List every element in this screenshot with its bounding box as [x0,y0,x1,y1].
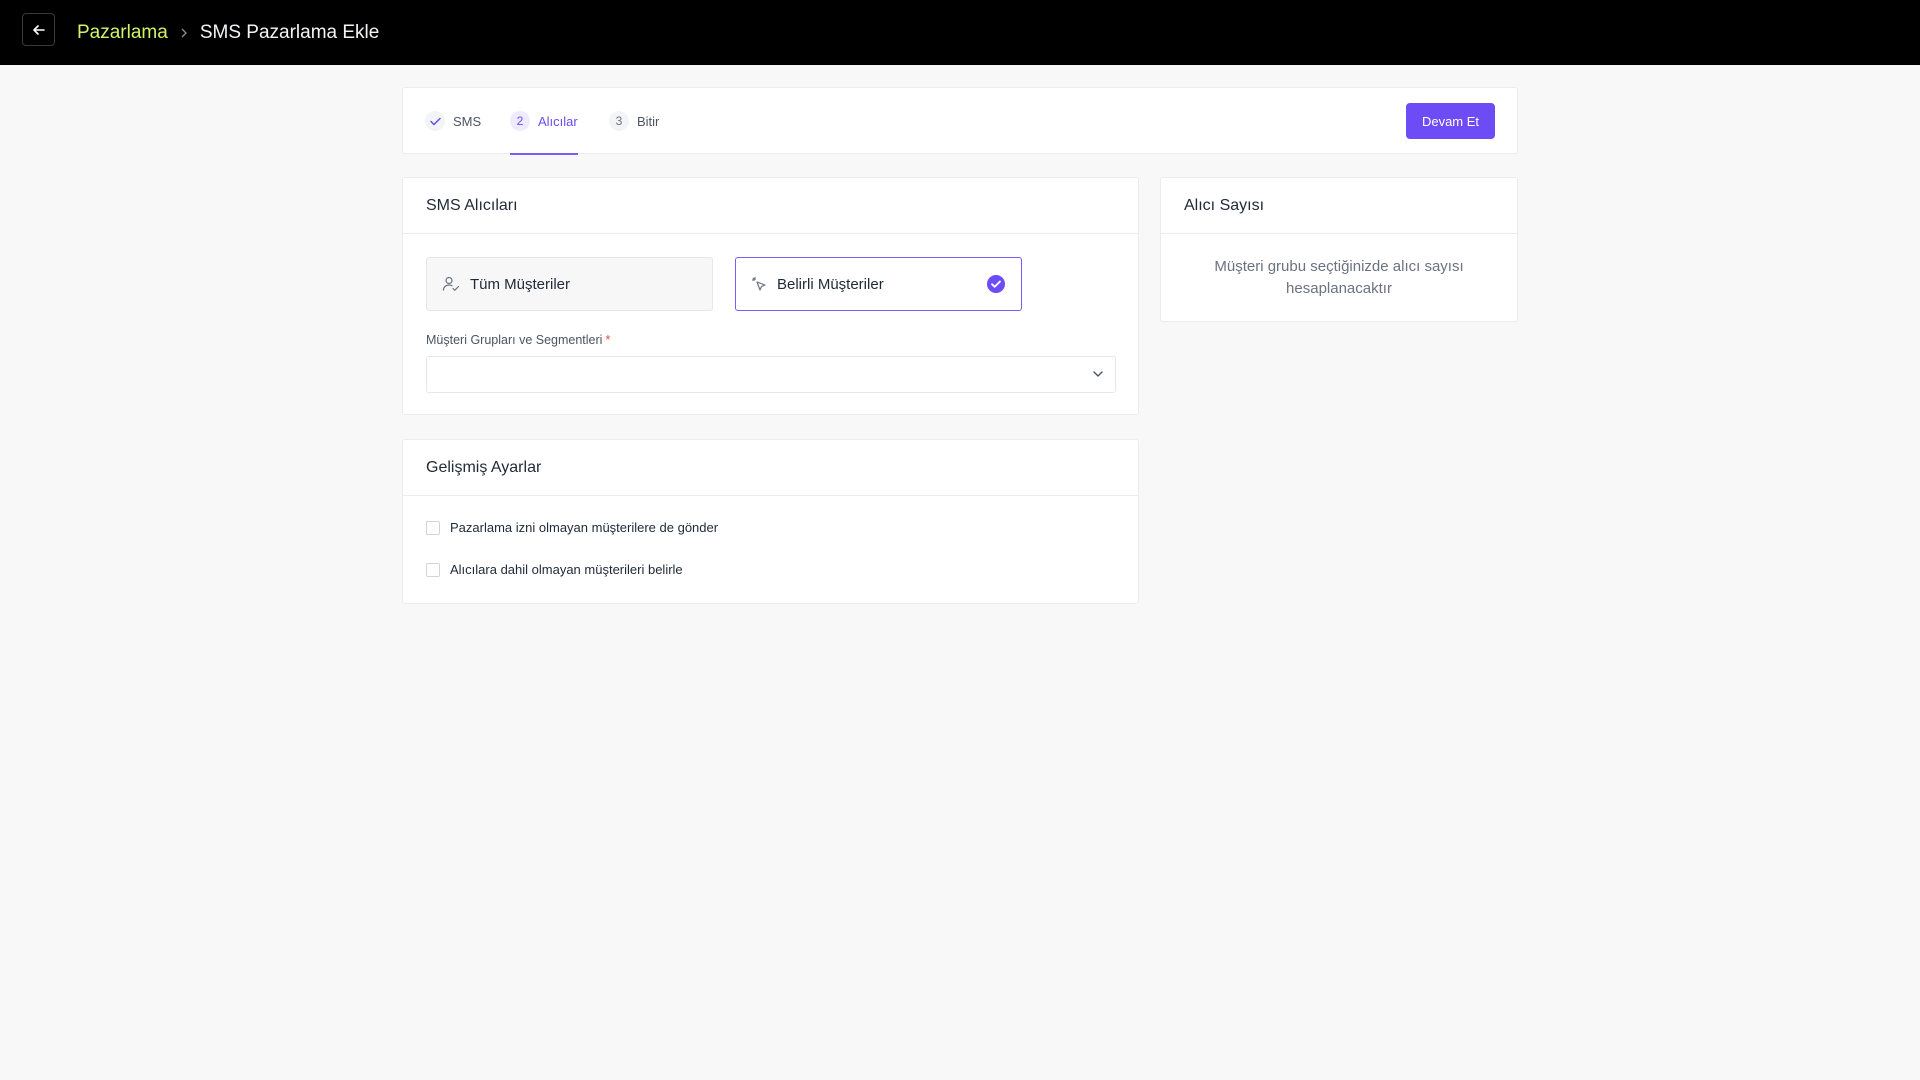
back-button[interactable] [22,13,55,46]
recipient-count-card: Alıcı Sayısı Müşteri grubu seçtiğinizde … [1160,177,1518,322]
checkbox-label: Pazarlama izni olmayan müşterilere de gö… [450,520,719,535]
checkbox[interactable] [426,562,440,577]
check-icon [425,111,445,131]
top-bar: Pazarlama SMS Pazarlama Ekle [0,0,1920,65]
recipient-count-message: Müşteri grubu seçtiğinizde alıcı sayısı … [1214,258,1464,297]
arrow-left-icon [32,24,45,35]
breadcrumb-link-marketing[interactable]: Pazarlama [77,22,168,44]
group-field-label: Müşteri Grupları ve Segmentleri * [426,333,611,347]
continue-button[interactable]: Devam Et [1406,103,1495,139]
chevron-right-icon [180,28,188,38]
step-number: 3 [609,111,629,131]
step-recipients[interactable]: 2 Alıcılar [510,88,578,155]
step-sms[interactable]: SMS [425,88,481,154]
recipients-card: SMS Alıcıları Tüm Müşteriler Belirli Müş… [402,177,1139,415]
check-circle-icon [987,275,1005,293]
step-label: Alıcılar [538,113,578,129]
chevron-down-icon [1093,371,1103,377]
option-all-customers[interactable]: Tüm Müşteriler [426,257,713,311]
checkbox-exclude-customers[interactable]: Alıcılara dahil olmayan müşterileri beli… [426,562,683,577]
option-label: Tüm Müşteriler [470,275,571,293]
cursor-click-icon [751,276,766,291]
page-title: SMS Pazarlama Ekle [199,21,380,43]
user-check-icon [442,276,460,291]
step-label: Bitir [637,113,660,129]
option-specific-customers[interactable]: Belirli Müşteriler [735,257,1022,311]
advanced-settings-card: Gelişmiş Ayarlar Pazarlama izni olmayan … [402,439,1139,604]
checkbox-label: Alıcılara dahil olmayan müşterileri beli… [450,562,683,577]
option-label: Belirli Müşteriler [777,275,884,293]
step-number: 2 [510,111,530,131]
card-title: Gelişmiş Ayarlar [403,440,1138,496]
card-title: SMS Alıcıları [403,178,1138,234]
stepper: SMS 2 Alıcılar 3 Bitir Devam Et [402,87,1518,155]
step-finish[interactable]: 3 Bitir [609,88,659,154]
card-title: Alıcı Sayısı [1161,178,1517,234]
checkbox[interactable] [426,520,440,535]
checkbox-send-without-permission[interactable]: Pazarlama izni olmayan müşterilere de gö… [426,520,718,535]
breadcrumb: Pazarlama SMS Pazarlama Ekle [77,0,379,65]
step-label: SMS [453,113,482,129]
required-mark: * [605,333,611,347]
customer-groups-select[interactable] [426,356,1116,393]
